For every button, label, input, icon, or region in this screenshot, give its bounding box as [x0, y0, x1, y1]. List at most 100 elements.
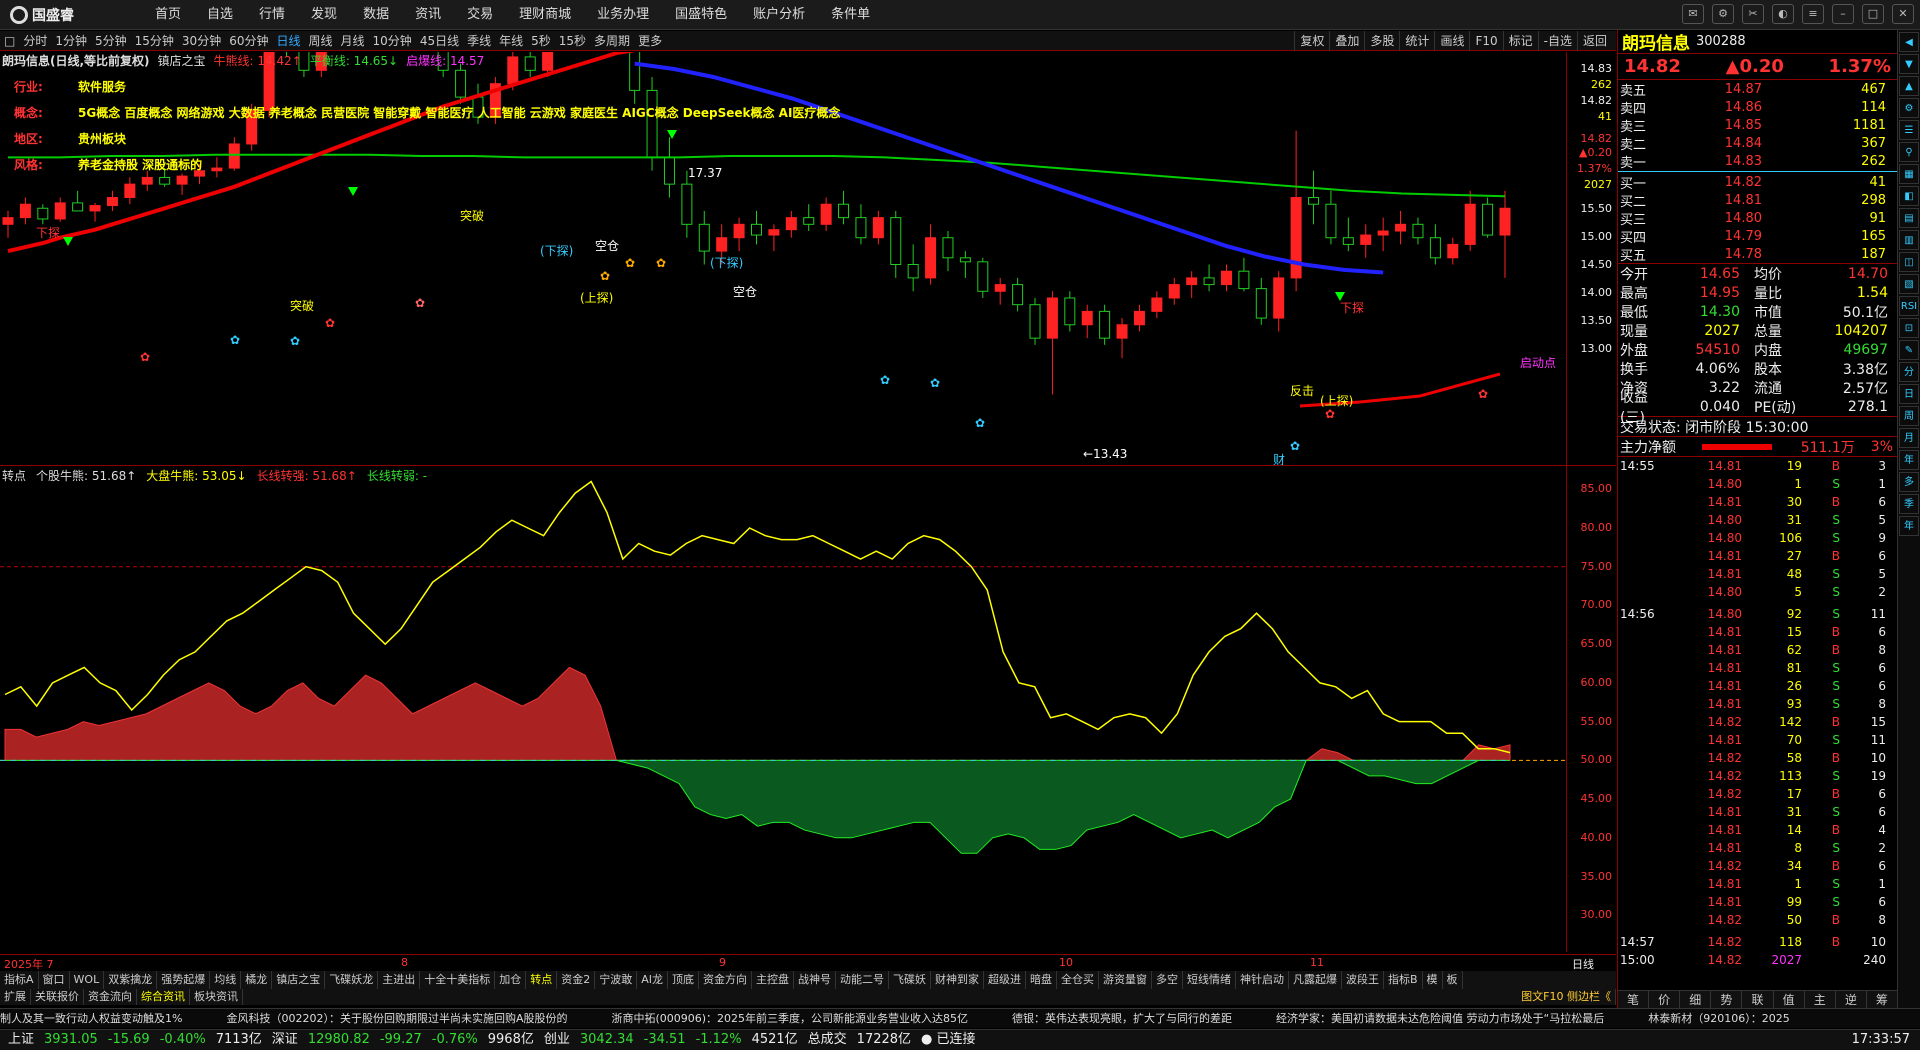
side-tool-button[interactable]: ⚲: [1899, 142, 1919, 162]
indicator-tab[interactable]: 强势起爆: [157, 971, 211, 989]
chart-tool-button[interactable]: 标记: [1502, 31, 1538, 51]
tools-icon[interactable]: ✂: [1742, 4, 1764, 24]
indicator-tab[interactable]: 十全十美指标: [420, 971, 496, 989]
news-item[interactable]: 金风科技（002202）：关于股份回购期限过半尚未实施回购A股股份的: [226, 1012, 567, 1025]
side-tool-button[interactable]: ▦: [1899, 164, 1919, 184]
indicator-tab[interactable]: 战神号: [794, 971, 836, 989]
indicator-tab[interactable]: 凡露起爆: [1289, 971, 1342, 989]
indicator-chart[interactable]: [0, 466, 1565, 954]
news-item[interactable]: 浙商中拓(000906)：2025年前三季度，公司新能源业务营业收入达85亿: [611, 1012, 968, 1025]
indicator-tab[interactable]: 神针启动: [1236, 971, 1289, 989]
minimize-icon[interactable]: –: [1832, 4, 1854, 24]
side-tool-button[interactable]: 分: [1899, 362, 1919, 382]
period-0[interactable]: 分时: [19, 31, 51, 51]
indicator-tab[interactable]: 飞碟妖龙: [325, 971, 379, 989]
side-tool-button[interactable]: ▤: [1899, 208, 1919, 228]
indicator-tab[interactable]: WOL: [70, 971, 105, 989]
tab-extend[interactable]: 扩展: [0, 989, 31, 1005]
news-item[interactable]: 制人及其一致行动人权益变动触及1%: [0, 1012, 182, 1025]
indicator-tab[interactable]: 主控盘: [752, 971, 794, 989]
indicator-tab[interactable]: 短线情绪: [1183, 971, 1236, 989]
period-icon[interactable]: □: [0, 31, 19, 51]
indicator-tab[interactable]: 波段王: [1342, 971, 1384, 989]
indicator-tab[interactable]: 顶底: [668, 971, 699, 989]
tab-sector-news[interactable]: 板块资讯: [190, 989, 243, 1005]
indicator-tab[interactable]: 资金方向: [699, 971, 752, 989]
side-tool-button[interactable]: ⚙: [1899, 98, 1919, 118]
indicator-tab[interactable]: 资金2: [557, 971, 596, 989]
side-tool-button[interactable]: ◧: [1899, 186, 1919, 206]
period-10[interactable]: 45日线: [416, 31, 463, 51]
side-tool-button[interactable]: ◫: [1899, 252, 1919, 272]
quote-tab[interactable]: 逆: [1836, 991, 1867, 1008]
skin-icon[interactable]: ◐: [1772, 4, 1794, 24]
indicator-tab[interactable]: 暗盘: [1026, 971, 1057, 989]
indicator-tab[interactable]: 全仓买: [1057, 971, 1099, 989]
menu-item[interactable]: 行情: [246, 0, 298, 30]
menu-item[interactable]: 交易: [454, 0, 506, 30]
indicator-tab[interactable]: 财神到家: [931, 971, 984, 989]
quote-tab[interactable]: 势: [1711, 991, 1743, 1008]
news-item[interactable]: 经济学家：美国初请数据未达危险阈值 劳动力市场处于“马拉松最后: [1276, 1012, 1604, 1025]
chart-tool-button[interactable]: 统计: [1399, 31, 1434, 51]
indicator-tab[interactable]: 指标B: [1384, 971, 1423, 989]
side-tool-button[interactable]: 多: [1899, 472, 1919, 492]
settings-icon[interactable]: ⚙: [1712, 4, 1734, 24]
indicator-tab[interactable]: 镇店之宝: [272, 971, 326, 989]
indicator-name[interactable]: 转点: [2, 467, 26, 484]
news-item[interactable]: 德银：英伟达表现亮眼，扩大了与同行的差距: [1012, 1012, 1232, 1025]
indicator-tab[interactable]: 超级进: [984, 971, 1026, 989]
chart-tool-button[interactable]: 叠加: [1329, 31, 1364, 51]
message-icon[interactable]: ✉: [1682, 4, 1704, 24]
quote-tab[interactable]: 值: [1774, 991, 1805, 1008]
side-tool-button[interactable]: ✎: [1899, 340, 1919, 360]
side-tool-button[interactable]: 月: [1899, 428, 1919, 448]
tab-fund-flow[interactable]: 资金流向: [84, 989, 137, 1005]
chart-indicator-name[interactable]: 镇店之宝: [158, 52, 206, 69]
quote-tab[interactable]: 细: [1680, 991, 1712, 1008]
side-tool-button[interactable]: ▧: [1899, 274, 1919, 294]
period-3[interactable]: 15分钟: [131, 31, 178, 51]
tick-list[interactable]: 14:55 14.81 19 B 3 14.80 1 S 1 14.81 30 B 6 14.80 31 S 5…: [1618, 457, 1897, 969]
period-9[interactable]: 10分钟: [369, 31, 416, 51]
period-12[interactable]: 年线: [495, 31, 527, 51]
period-7[interactable]: 周线: [305, 31, 337, 51]
side-tool-button[interactable]: 日: [1899, 384, 1919, 404]
news-ticker[interactable]: 制人及其一致行动人权益变动触及1% 金风科技（002202）：关于股份回购期限过半…: [0, 1008, 1920, 1028]
side-tool-button[interactable]: ▥: [1899, 230, 1919, 250]
indicator-tab[interactable]: 板: [1443, 971, 1463, 989]
menu-item[interactable]: 国盛特色: [662, 0, 740, 30]
menu-item[interactable]: 数据: [350, 0, 402, 30]
indicator-tab[interactable]: 宁波敢: [595, 971, 638, 989]
period-4[interactable]: 30分钟: [178, 31, 225, 51]
indicator-tab[interactable]: 转点: [526, 971, 558, 989]
side-tool-button[interactable]: 年: [1899, 450, 1919, 470]
indicator-tab[interactable]: 指标A: [0, 971, 39, 989]
chart-tool-button[interactable]: 返回: [1576, 31, 1612, 51]
menu-item[interactable]: 资讯: [402, 0, 454, 30]
menu-item[interactable]: 发现: [298, 0, 350, 30]
close-icon[interactable]: ✕: [1892, 4, 1914, 24]
chart-tool-button[interactable]: F10: [1469, 31, 1502, 51]
indicator-tab[interactable]: 动能二号: [836, 971, 889, 989]
maximize-icon[interactable]: □: [1862, 4, 1884, 24]
side-tool-button[interactable]: RSI: [1899, 296, 1919, 316]
news-item[interactable]: 林泰新材（920106）：2025: [1648, 1012, 1790, 1025]
indicator-tab[interactable]: 飞碟妖: [889, 971, 931, 989]
tab-news[interactable]: 综合资讯: [137, 989, 190, 1005]
period-11[interactable]: 季线: [463, 31, 495, 51]
indicator-tab[interactable]: 加仓: [495, 971, 527, 989]
quote-tab[interactable]: 主: [1805, 991, 1836, 1008]
period-16[interactable]: 更多: [634, 31, 666, 51]
menu-item[interactable]: 首页: [142, 0, 194, 30]
indicator-tab[interactable]: 主进出: [378, 971, 421, 989]
side-tool-button[interactable]: 季: [1899, 494, 1919, 514]
menu-item[interactable]: 账户分析: [740, 0, 818, 30]
side-tool-button[interactable]: ▼: [1899, 54, 1919, 74]
side-tool-button[interactable]: 周: [1899, 406, 1919, 426]
period-5[interactable]: 60分钟: [225, 31, 272, 51]
period-6[interactable]: 日线: [272, 31, 304, 51]
indicator-tab[interactable]: AI龙: [637, 971, 668, 989]
side-tool-button[interactable]: 年: [1899, 516, 1919, 536]
chart-tool-button[interactable]: -自选: [1537, 31, 1577, 51]
